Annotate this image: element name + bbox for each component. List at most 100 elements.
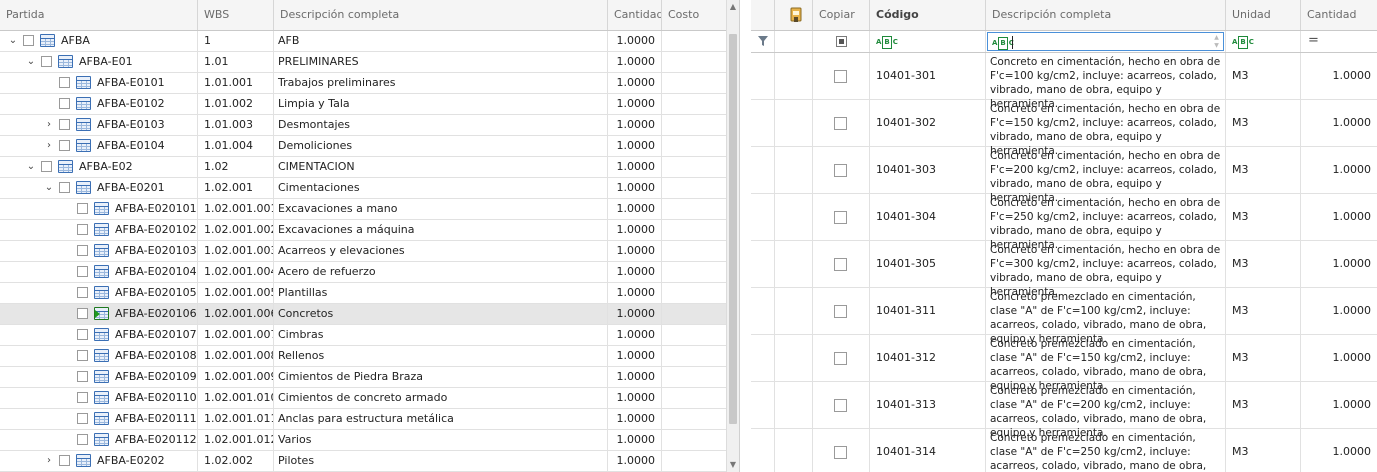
cell-descripcion[interactable]: Acarreos y elevaciones (274, 241, 608, 261)
cell-copiar[interactable] (813, 53, 870, 99)
scrollbar-thumb[interactable] (729, 34, 737, 424)
tree-row[interactable]: AFBA-E020106 1.02.001.006 Concretos 1.00… (0, 304, 726, 325)
cell-unidad[interactable]: M3 (1226, 241, 1301, 287)
cell-codigo[interactable]: 10401-303 (870, 147, 986, 193)
cell-partida[interactable]: AFBA-E020109 (0, 367, 198, 387)
col-header-copiar[interactable]: Copiar (813, 0, 870, 30)
tree-row[interactable]: AFBA-E020112 1.02.001.012 Varios 1.0000 (0, 430, 726, 451)
row-checkbox[interactable] (59, 77, 70, 88)
col-header-cantidad-catalogo[interactable]: Cantidad (1301, 0, 1377, 30)
cell-partida[interactable]: ⌄ AFBA-E0201 (0, 178, 198, 198)
cell-partida[interactable]: AFBA-E020103 (0, 241, 198, 261)
copiar-checkbox[interactable] (834, 352, 847, 365)
cell-cantidad[interactable]: 1.0000 (608, 52, 662, 72)
cell-wbs[interactable]: 1.02.001.007 (198, 325, 274, 345)
cell-cantidad[interactable]: 1.0000 (608, 31, 662, 51)
tree-row[interactable]: ⌄ AFBA-E0201 1.02.001 Cimentaciones 1.00… (0, 178, 726, 199)
cell-descripcion[interactable]: Trabajos preliminares (274, 73, 608, 93)
tree-row[interactable]: › AFBA-E0202 1.02.002 Pilotes 1.0000 (0, 451, 726, 472)
cell-wbs[interactable]: 1.01.002 (198, 94, 274, 114)
cell-costo[interactable] (662, 388, 726, 408)
catalog-row[interactable]: 10401-314 Concreto premezclado en ciment… (751, 429, 1377, 472)
cell-cantidad-catalogo[interactable]: 1.0000 (1301, 241, 1377, 287)
filter-cantidad-cell[interactable]: = (1301, 31, 1377, 52)
cell-unidad[interactable]: M3 (1226, 147, 1301, 193)
cell-cantidad[interactable]: 1.0000 (608, 157, 662, 177)
cell-cantidad[interactable]: 1.0000 (608, 409, 662, 429)
cell-codigo[interactable]: 10401-304 (870, 194, 986, 240)
cell-cantidad[interactable]: 1.0000 (608, 346, 662, 366)
tree-row[interactable]: AFBA-E020105 1.02.001.005 Plantillas 1.0… (0, 283, 726, 304)
row-indicator[interactable] (751, 194, 775, 240)
cell-costo[interactable] (662, 283, 726, 303)
cell-descripcion-catalogo[interactable]: Concreto en cimentación, hecho en obra d… (986, 194, 1226, 251)
cell-costo[interactable] (662, 241, 726, 261)
tree-row[interactable]: ⌄ AFBA-E02 1.02 CIMENTACION 1.0000 (0, 157, 726, 178)
cell-cantidad[interactable]: 1.0000 (608, 199, 662, 219)
cell-descripcion[interactable]: Cimientos de concreto armado (274, 388, 608, 408)
cell-unidad[interactable]: M3 (1226, 429, 1301, 472)
catalog-row[interactable]: 10401-304 Concreto en cimentación, hecho… (751, 194, 1377, 251)
row-checkbox[interactable] (41, 56, 52, 67)
cell-descripcion[interactable]: Excavaciones a máquina (274, 220, 608, 240)
row-checkbox[interactable] (77, 203, 88, 214)
row-indicator[interactable] (751, 147, 775, 193)
cell-partida[interactable]: AFBA-E020110 (0, 388, 198, 408)
row-indicator[interactable] (751, 335, 775, 381)
cell-costo[interactable] (662, 199, 726, 219)
row-checkbox[interactable] (59, 119, 70, 130)
cell-costo[interactable] (662, 178, 726, 198)
cell-wbs[interactable]: 1.02.002 (198, 451, 274, 471)
row-checkbox[interactable] (59, 98, 70, 109)
copiar-checkbox[interactable] (834, 117, 847, 130)
cell-costo[interactable] (662, 115, 726, 135)
cell-cantidad[interactable]: 1.0000 (608, 220, 662, 240)
cell-cantidad-catalogo[interactable]: 1.0000 (1301, 147, 1377, 193)
cell-descripcion[interactable]: Rellenos (274, 346, 608, 366)
cell-partida[interactable]: AFBA-E020107 (0, 325, 198, 345)
cell-unidad[interactable]: M3 (1226, 100, 1301, 146)
copiar-checkbox[interactable] (834, 211, 847, 224)
cell-cantidad[interactable]: 1.0000 (608, 304, 662, 324)
cell-cantidad-catalogo[interactable]: 1.0000 (1301, 288, 1377, 334)
row-checkbox[interactable] (59, 140, 70, 151)
tree-row[interactable]: › AFBA-E0104 1.01.004 Demoliciones 1.000… (0, 136, 726, 157)
row-checkbox[interactable] (77, 413, 88, 424)
cell-costo[interactable] (662, 157, 726, 177)
row-checkbox[interactable] (23, 35, 34, 46)
chevron-right-icon[interactable]: › (43, 138, 55, 154)
row-checkbox[interactable] (77, 371, 88, 382)
cell-partida[interactable]: AFBA-E0102 (0, 94, 198, 114)
cell-partida[interactable]: AFBA-E020108 (0, 346, 198, 366)
chevron-down-icon[interactable]: ⌄ (7, 33, 19, 49)
cell-partida[interactable]: › AFBA-E0202 (0, 451, 198, 471)
cell-descripcion-catalogo[interactable]: Concreto premezclado en cimentación, cla… (986, 288, 1226, 345)
cell-wbs[interactable]: 1.02.001.004 (198, 262, 274, 282)
cell-codigo[interactable]: 10401-312 (870, 335, 986, 381)
row-indicator[interactable] (751, 429, 775, 472)
cell-wbs[interactable]: 1.02.001.006 (198, 304, 274, 324)
col-header-unidad[interactable]: Unidad (1226, 0, 1301, 30)
cell-wbs[interactable]: 1.02.001.010 (198, 388, 274, 408)
cell-cantidad[interactable]: 1.0000 (608, 451, 662, 471)
cell-costo[interactable] (662, 136, 726, 156)
tree-row[interactable]: ⌄ AFBA-E01 1.01 PRELIMINARES 1.0000 (0, 52, 726, 73)
cell-cantidad[interactable]: 1.0000 (608, 94, 662, 114)
cell-wbs[interactable]: 1.01 (198, 52, 274, 72)
copiar-checkbox[interactable] (834, 446, 847, 459)
cell-wbs[interactable]: 1.02.001.003 (198, 241, 274, 261)
tree-row[interactable]: AFBA-E020108 1.02.001.008 Rellenos 1.000… (0, 346, 726, 367)
cell-descripcion[interactable]: Pilotes (274, 451, 608, 471)
scroll-up-arrow-icon[interactable]: ▲ (727, 1, 739, 13)
cell-costo[interactable] (662, 367, 726, 387)
row-checkbox[interactable] (77, 287, 88, 298)
cell-copiar[interactable] (813, 335, 870, 381)
cell-descripcion[interactable]: AFB (274, 31, 608, 51)
col-header-wbs[interactable]: WBS (198, 0, 274, 30)
cell-descripcion[interactable]: PRELIMINARES (274, 52, 608, 72)
cell-descripcion[interactable]: Plantillas (274, 283, 608, 303)
cell-costo[interactable] (662, 262, 726, 282)
cell-cantidad[interactable]: 1.0000 (608, 73, 662, 93)
cell-wbs[interactable]: 1.02.001.005 (198, 283, 274, 303)
row-checkbox[interactable] (41, 161, 52, 172)
